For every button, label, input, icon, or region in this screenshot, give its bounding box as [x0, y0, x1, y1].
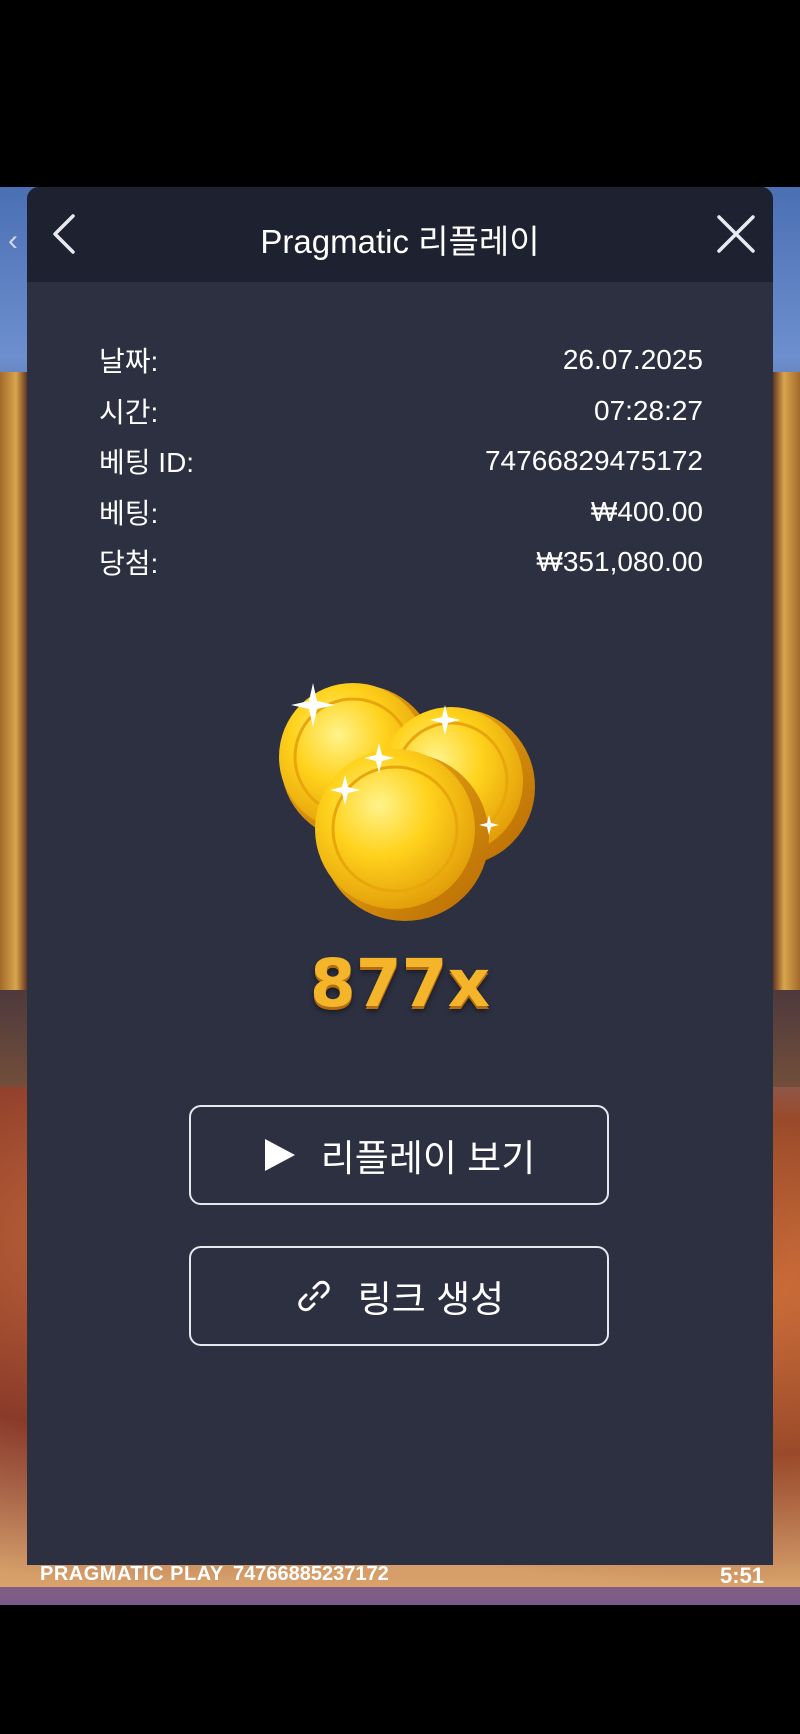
date-label: 날짜:	[99, 346, 159, 378]
detail-row-win: 당첨: ₩351,080.00	[99, 537, 703, 588]
date-value: 26.07.2025	[562, 344, 703, 376]
gold-coins-icon	[279, 683, 535, 921]
detail-row-bet-id: 베팅 ID: 74766829475172	[99, 436, 703, 487]
win-value: ₩351,080.00	[536, 546, 703, 578]
watch-replay-button[interactable]: 리플레이 보기	[189, 1105, 609, 1205]
game-round-id: 74766885237172	[233, 1563, 389, 1585]
win-multiplier: 877x	[309, 945, 491, 1022]
bet-label: 베팅:	[99, 497, 159, 529]
game-back-icon: ‹	[8, 224, 18, 257]
close-icon	[717, 215, 755, 253]
detail-row-time: 시간: 07:28:27	[99, 386, 703, 437]
bet-id-value: 74766829475172	[484, 445, 703, 477]
link-icon	[294, 1276, 334, 1316]
create-link-button[interactable]: 링크 생성	[189, 1246, 609, 1346]
bet-details: 날짜: 26.07.2025 시간: 07:28:27 베팅 ID: 74766…	[99, 335, 703, 588]
play-icon	[263, 1137, 297, 1173]
create-link-label: 링크 생성	[357, 1279, 505, 1320]
replay-modal: Pragmatic 리플레이 날짜: 26.07.2025 시간: 07:28:…	[27, 187, 773, 1565]
bet-id-label: 베팅 ID:	[99, 447, 195, 479]
time-value: 07:28:27	[594, 394, 703, 426]
time-label: 시간:	[99, 396, 159, 428]
bet-value: ₩400.00	[590, 495, 703, 527]
modal-title: Pragmatic 리플레이	[260, 223, 540, 260]
detail-row-date: 날짜: 26.07.2025	[99, 335, 703, 386]
game-brand: PRAGMATIC PLAY	[40, 1563, 224, 1585]
game-clock: 5:51	[719, 1563, 764, 1588]
watch-replay-label: 리플레이 보기	[320, 1138, 536, 1179]
modal-header: Pragmatic 리플레이	[27, 187, 773, 282]
win-label: 당첨:	[99, 548, 159, 580]
close-button[interactable]	[711, 209, 761, 259]
detail-row-bet: 베팅: ₩400.00	[99, 487, 703, 538]
